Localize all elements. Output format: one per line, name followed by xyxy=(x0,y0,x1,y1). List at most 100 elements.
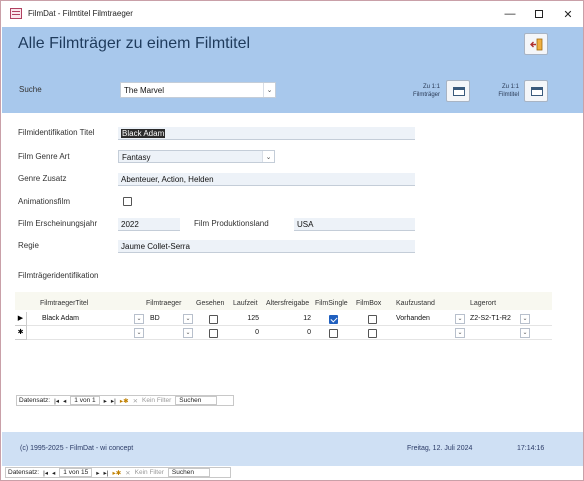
traeger-section-label: Filmträgeridentifikation xyxy=(18,271,99,280)
chevron-down-icon[interactable]: ⌄ xyxy=(183,328,193,338)
prev-record-icon[interactable]: ◂ xyxy=(50,469,57,477)
prev-record-icon[interactable]: ◂ xyxy=(61,397,68,405)
animation-label: Animationsfilm xyxy=(18,197,71,206)
record-position-input[interactable]: 1 von 1 xyxy=(70,396,100,405)
col-header-kauf: Kaufzustand xyxy=(396,300,435,307)
filter-status[interactable]: Kein Filter xyxy=(133,469,166,476)
page-title: Alle Filmträger zu einem Filmtitel xyxy=(18,35,251,52)
next-record-icon[interactable]: ▸ xyxy=(102,397,109,405)
main-record-navigator: Datensatz: |◂ ◂ 1 von 15 ▸ ▸| ▸✱ ⨯ Kein … xyxy=(5,467,231,478)
genre-combo[interactable]: Fantasy ⌄ xyxy=(118,150,275,163)
gesehen-checkbox[interactable] xyxy=(209,315,218,324)
app-window: FilmDat - Filmtitel Filmtraeger — ✕ Alle… xyxy=(0,0,584,481)
land-value: USA xyxy=(297,220,314,229)
form-footer: (c) 1995-2025 - FilmDat - wi concept Fre… xyxy=(2,432,583,466)
cell-titel[interactable]: Black Adam xyxy=(42,315,79,322)
search-value: The Marvel xyxy=(124,86,165,95)
filter-icon[interactable]: ⨯ xyxy=(123,469,132,477)
regie-label: Regie xyxy=(18,241,39,250)
main-search-input[interactable]: Suchen xyxy=(167,468,210,477)
land-field[interactable]: USA xyxy=(294,218,415,231)
date-text: Freitag, 12. Juli 2024 xyxy=(407,445,473,452)
chevron-down-icon[interactable]: ⌄ xyxy=(262,151,274,162)
first-record-icon[interactable]: |◂ xyxy=(52,397,61,405)
titel-field[interactable]: Black Adam xyxy=(118,127,415,140)
cell-kauf[interactable]: Vorhanden xyxy=(396,315,430,322)
single-checkbox[interactable] xyxy=(329,329,338,338)
copyright-text: (c) 1995-2025 - FilmDat - wi concept xyxy=(20,445,134,452)
goto-filmtitel-button[interactable] xyxy=(524,80,548,102)
chevron-down-icon[interactable]: ⌄ xyxy=(520,328,530,338)
form-view-icon xyxy=(453,87,465,96)
subform-search-input[interactable]: Suchen xyxy=(175,396,218,405)
title-bar: FilmDat - Filmtitel Filmtraeger — ✕ xyxy=(1,1,583,27)
subform-header: FilmtraegerTitel Filmtraeger Gesehen Lau… xyxy=(15,292,552,310)
exit-door-icon xyxy=(530,38,543,51)
jahr-label: Film Erscheinungsjahr xyxy=(18,219,98,228)
maximize-button[interactable] xyxy=(524,1,554,27)
regie-value: Jaume Collet-Serra xyxy=(121,242,190,251)
table-row-new[interactable]: ✱ ⌄ ⌄ 0 0 ⌄ ⌄ xyxy=(15,326,552,340)
genre-value: Fantasy xyxy=(122,153,151,162)
filter-status[interactable]: Kein Filter xyxy=(140,397,173,404)
nav-label: Datensatz: xyxy=(19,397,51,404)
zusatz-label: Genre Zusatz xyxy=(18,174,67,183)
animation-checkbox[interactable] xyxy=(123,197,132,206)
filmtraeger-subform: FilmtraegerTitel Filmtraeger Gesehen Lau… xyxy=(15,288,552,402)
record-position-input[interactable]: 1 von 15 xyxy=(59,468,93,477)
chevron-down-icon[interactable]: ⌄ xyxy=(134,314,144,324)
regie-field[interactable]: Jaume Collet-Serra xyxy=(118,240,415,253)
gesehen-checkbox[interactable] xyxy=(209,329,218,338)
search-label: Suche xyxy=(19,85,42,94)
zusatz-field[interactable]: Abenteuer, Action, Helden xyxy=(118,173,415,186)
table-row[interactable]: ▶ Black Adam ⌄ BD ⌄ 125 12 Vorhanden ⌄ Z… xyxy=(15,312,552,326)
zusatz-value: Abenteuer, Action, Helden xyxy=(121,175,214,184)
filter-icon[interactable]: ⨯ xyxy=(131,397,140,405)
col-header-box: FilmBox xyxy=(356,300,382,307)
nav-label: Datensatz: xyxy=(8,469,40,476)
cell-laufzeit[interactable]: 0 xyxy=(233,329,259,336)
titel-label: Filmidentifikation Titel xyxy=(18,128,95,137)
chevron-down-icon[interactable]: ⌄ xyxy=(520,314,530,324)
search-combo[interactable]: The Marvel ⌄ xyxy=(120,82,276,98)
col-header-titel: FilmtraegerTitel xyxy=(40,300,89,307)
form-view-icon xyxy=(531,87,543,96)
goto-filmtraeger-button[interactable] xyxy=(446,80,470,102)
box-checkbox[interactable] xyxy=(368,315,377,324)
col-header-lager: Lagerort xyxy=(470,300,497,307)
col-header-traeger: Filmtraeger xyxy=(146,300,182,307)
cell-traeger[interactable]: BD xyxy=(150,315,160,322)
chevron-down-icon[interactable]: ⌄ xyxy=(263,83,275,97)
genre-label: Film Genre Art xyxy=(18,152,70,161)
record-selector-new-icon[interactable]: ✱ xyxy=(15,326,27,340)
close-button[interactable]: ✕ xyxy=(553,1,583,27)
cell-lager[interactable]: Z2-S2-T1-R2 xyxy=(470,315,511,322)
cell-alter[interactable]: 12 xyxy=(285,315,311,322)
jahr-field[interactable]: 2022 xyxy=(118,218,180,231)
box-checkbox[interactable] xyxy=(368,329,377,338)
last-record-icon[interactable]: ▸| xyxy=(102,469,111,477)
chevron-down-icon[interactable]: ⌄ xyxy=(455,328,465,338)
single-checkbox[interactable] xyxy=(329,315,338,324)
time-text: 17:14:16 xyxy=(517,445,545,452)
cell-alter[interactable]: 0 xyxy=(285,329,311,336)
new-record-icon[interactable]: ▸✱ xyxy=(110,469,123,477)
chevron-down-icon[interactable]: ⌄ xyxy=(134,328,144,338)
next-record-icon[interactable]: ▸ xyxy=(94,469,101,477)
exit-button[interactable] xyxy=(524,33,548,55)
nav-titel-label: Zu 1:1 Filmtitel xyxy=(498,84,519,98)
chevron-down-icon[interactable]: ⌄ xyxy=(455,314,465,324)
jahr-value: 2022 xyxy=(121,220,139,229)
col-header-gesehen: Gesehen xyxy=(196,300,225,307)
land-label: Film Produktionsland xyxy=(194,219,269,228)
chevron-down-icon[interactable]: ⌄ xyxy=(183,314,193,324)
minimize-icon: — xyxy=(504,8,516,20)
first-record-icon[interactable]: |◂ xyxy=(41,469,50,477)
record-selector-current-icon[interactable]: ▶ xyxy=(15,312,27,326)
titel-value: Black Adam xyxy=(121,129,166,138)
col-header-laufzeit: Laufzeit xyxy=(233,300,258,307)
last-record-icon[interactable]: ▸| xyxy=(109,397,118,405)
new-record-icon[interactable]: ▸✱ xyxy=(118,397,131,405)
minimize-button[interactable]: — xyxy=(495,1,525,27)
cell-laufzeit[interactable]: 125 xyxy=(233,315,259,322)
